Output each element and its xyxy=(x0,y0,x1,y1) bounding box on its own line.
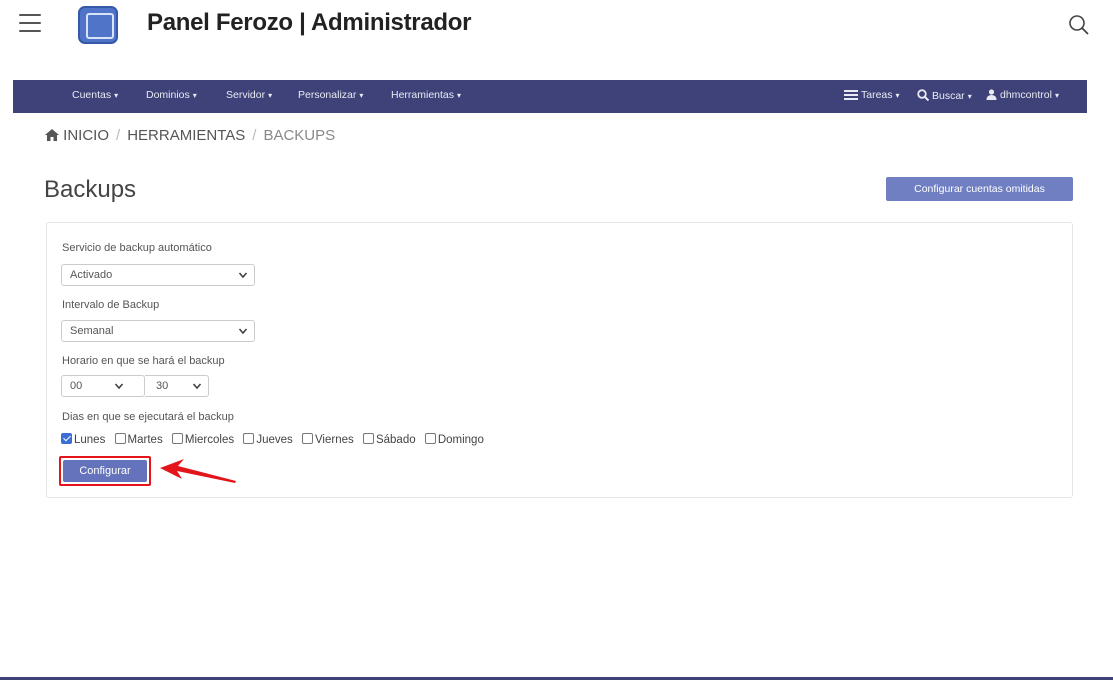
day-viernes-label: Viernes xyxy=(314,434,354,446)
chevron-down-icon xyxy=(238,328,248,335)
nav-buscar-label: Buscar xyxy=(932,90,965,102)
days-checkbox-group: Lunes Martes Miercoles Jueves Viernes Sá… xyxy=(61,433,490,446)
interval-select[interactable]: Semanal xyxy=(61,320,255,342)
nav-tareas[interactable]: Tareas ▾ xyxy=(844,89,900,101)
chevron-down-icon xyxy=(114,383,124,390)
minute-select[interactable]: 30 xyxy=(145,375,209,397)
checkbox-icon[interactable] xyxy=(171,433,183,444)
day-martes[interactable]: Martes xyxy=(114,433,163,446)
checkbox-icon[interactable] xyxy=(301,433,313,444)
checkbox-icon[interactable] xyxy=(362,433,374,444)
search-icon xyxy=(917,89,929,101)
day-jueves[interactable]: Jueves xyxy=(243,433,293,446)
configure-omitted-accounts-button[interactable]: Configurar cuentas omitidas xyxy=(886,177,1073,201)
day-miercoles-label: Miercoles xyxy=(184,434,235,446)
main-navbar: Cuentas ▾ Dominios ▾ Servidor ▾ Personaliza… xyxy=(13,80,1087,113)
nav-tareas-label: Tareas xyxy=(861,89,893,101)
nav-herramientas[interactable]: Herramientas ▾ xyxy=(391,89,461,101)
day-lunes[interactable]: Lunes xyxy=(61,433,105,446)
app-bar: Panel Ferozo | Administrador xyxy=(0,0,1113,50)
checkbox-icon[interactable] xyxy=(243,433,255,444)
day-domingo[interactable]: Domingo xyxy=(424,433,484,446)
home-icon xyxy=(45,129,59,141)
nav-personalizar[interactable]: Personalizar ▾ xyxy=(298,89,363,101)
minute-value: 30 xyxy=(156,380,169,392)
configure-button[interactable]: Configurar xyxy=(63,460,147,482)
hamburger-icon[interactable] xyxy=(19,14,41,32)
nav-buscar[interactable]: Buscar ▾ xyxy=(917,89,972,102)
chevron-down-icon xyxy=(238,272,248,279)
checkbox-icon[interactable] xyxy=(114,433,126,444)
breadcrumb-inicio[interactable]: INICIO xyxy=(63,127,109,144)
nav-user[interactable]: dhmcontrol ▾ xyxy=(986,89,1059,101)
breadcrumb-separator: / xyxy=(252,127,257,144)
day-sabado[interactable]: Sábado xyxy=(362,433,416,446)
day-domingo-label: Domingo xyxy=(437,434,484,446)
nav-herramientas-label: Herramientas xyxy=(391,89,455,101)
breadcrumb-backups: BACKUPS xyxy=(263,127,336,144)
nav-cuentas[interactable]: Cuentas ▾ xyxy=(72,89,118,101)
day-viernes[interactable]: Viernes xyxy=(301,433,354,446)
day-sabado-label: Sábado xyxy=(375,434,416,446)
day-miercoles[interactable]: Miercoles xyxy=(171,433,235,446)
checkbox-icon[interactable] xyxy=(424,433,436,444)
panel-logo-icon xyxy=(78,6,118,44)
nav-cuentas-label: Cuentas xyxy=(72,89,112,101)
days-label: Dias en que se ejecutará el backup xyxy=(62,411,234,423)
day-jueves-label: Jueves xyxy=(256,434,293,446)
nav-dominios[interactable]: Dominios ▾ xyxy=(146,89,197,101)
nav-personalizar-label: Personalizar xyxy=(298,89,357,101)
breadcrumb: INICIO / HERRAMIENTAS / BACKUPS xyxy=(45,127,335,144)
tasks-icon xyxy=(844,90,858,100)
breadcrumb-herramientas[interactable]: HERRAMIENTAS xyxy=(127,127,245,144)
nav-dominios-label: Dominios xyxy=(146,89,190,101)
red-arrow-annotation xyxy=(160,459,236,483)
schedule-label: Horario en que se hará el backup xyxy=(62,355,225,367)
app-title: Panel Ferozo | Administrador xyxy=(147,9,472,36)
page-title: Backups xyxy=(44,176,137,203)
nav-servidor-label: Servidor xyxy=(226,89,266,101)
user-icon xyxy=(986,89,997,100)
interval-value: Semanal xyxy=(70,325,114,337)
hour-value: 00 xyxy=(70,380,83,392)
breadcrumb-separator: / xyxy=(116,127,121,144)
day-martes-label: Martes xyxy=(127,434,163,446)
chevron-down-icon xyxy=(192,383,202,390)
nav-user-label: dhmcontrol xyxy=(1000,89,1052,101)
interval-label: Intervalo de Backup xyxy=(62,299,160,311)
auto-service-value: Activado xyxy=(70,269,113,281)
auto-service-select[interactable]: Activado xyxy=(61,264,255,286)
search-icon[interactable] xyxy=(1068,14,1090,36)
auto-service-label: Servicio de backup automático xyxy=(62,242,212,254)
day-lunes-label: Lunes xyxy=(74,434,106,446)
hour-select[interactable]: 00 xyxy=(61,375,145,397)
nav-servidor[interactable]: Servidor ▾ xyxy=(226,89,272,101)
checkbox-checked-icon[interactable] xyxy=(61,433,72,444)
